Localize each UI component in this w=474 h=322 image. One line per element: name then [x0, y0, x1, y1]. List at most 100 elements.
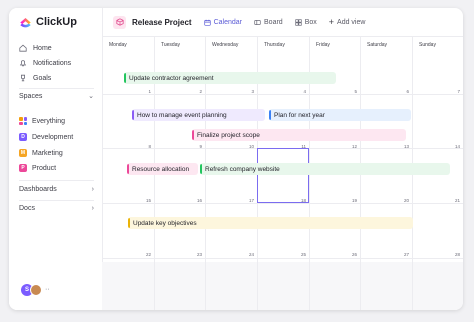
avatar-menu[interactable]: ··	[45, 286, 50, 293]
day-number: 10	[248, 144, 254, 149]
event-title: Update contractor agreement	[129, 74, 214, 82]
calendar-event[interactable]: Update key objectives	[128, 217, 413, 229]
event-title: Refresh company website	[205, 165, 280, 173]
dashboards-header[interactable]: Dashboards ›	[19, 186, 94, 193]
nav-notifications[interactable]: Notifications	[19, 59, 71, 67]
add-view-button[interactable]: + Add view	[329, 17, 366, 27]
event-title: Resource allocation	[132, 165, 190, 173]
day-number: 6	[406, 89, 409, 94]
day-number: 25	[300, 252, 306, 257]
space-everything[interactable]: Everything	[19, 117, 65, 125]
day-number: 4	[303, 89, 306, 94]
tab-box[interactable]: Box	[295, 19, 317, 26]
nav-goals-label: Goals	[33, 74, 52, 82]
sidebar-divider	[19, 200, 94, 201]
home-icon	[19, 44, 27, 52]
tab-calendar[interactable]: Calendar	[203, 18, 243, 26]
space-development[interactable]: D Development	[19, 133, 73, 141]
grid-line	[102, 203, 463, 204]
day-number: 7	[457, 89, 460, 94]
docs-label: Docs	[19, 205, 35, 212]
day-number: 23	[196, 252, 202, 257]
day-number: 19	[351, 198, 357, 203]
day-header: Friday	[316, 42, 330, 48]
space-marketing-label: Marketing	[32, 149, 63, 157]
day-number: 15	[145, 198, 151, 203]
space-marketing[interactable]: M Marketing	[19, 149, 63, 157]
clickup-logo-icon	[20, 17, 31, 27]
day-header: Thursday	[264, 42, 285, 48]
day-number: 22	[145, 252, 151, 257]
nav-goals[interactable]: Goals	[19, 74, 51, 82]
day-number: 8	[148, 144, 151, 149]
day-number: 12	[351, 144, 357, 149]
day-header: Saturday	[367, 42, 388, 48]
space-badge: M	[19, 149, 27, 157]
event-title: Plan for next year	[274, 111, 325, 119]
day-number: 17	[248, 198, 254, 203]
space-product-label: Product	[32, 164, 57, 172]
day-number: 26	[351, 252, 357, 257]
tab-box-label: Box	[304, 18, 317, 26]
tab-board-label: Board	[264, 18, 283, 26]
day-header: Monday	[109, 42, 127, 48]
nav-home[interactable]: Home	[19, 44, 52, 52]
day-number: 13	[403, 144, 409, 149]
event-title: How to manage event planning	[137, 111, 227, 119]
grid-line	[102, 258, 463, 259]
board-icon	[254, 19, 261, 25]
calendar-event[interactable]: Resource allocation	[127, 163, 198, 175]
tab-calendar-label: Calendar	[213, 18, 243, 26]
dashboards-label: Dashboards	[19, 186, 57, 193]
grid-icon	[19, 117, 27, 125]
space-product[interactable]: P Product	[19, 164, 56, 172]
chevron-down-icon: ⌄	[88, 93, 94, 100]
plus-icon: +	[328, 17, 335, 27]
docs-header[interactable]: Docs ›	[19, 205, 94, 212]
calendar-grid: Monday Tuesday Wednesday Thursday Friday…	[102, 36, 463, 310]
space-development-label: Development	[32, 133, 74, 141]
calendar-event[interactable]: How to manage event planning	[132, 109, 265, 121]
day-number: 21	[454, 198, 460, 203]
calendar-event[interactable]: Plan for next year	[269, 109, 411, 121]
day-header: Tuesday	[161, 42, 180, 48]
day-number: 1	[148, 89, 151, 94]
brand-logo[interactable]: ClickUp	[19, 16, 77, 28]
page-title: Release Project	[132, 17, 192, 27]
sidebar: ClickUp Home Notifications Goals Spaces …	[9, 8, 103, 310]
day-number: 27	[403, 252, 409, 257]
bell-icon	[19, 60, 27, 67]
spaces-label: Spaces	[19, 92, 43, 100]
calendar-event[interactable]: Update contractor agreement	[124, 72, 336, 84]
day-number: 3	[251, 89, 254, 94]
space-badge: D	[19, 133, 27, 141]
calendar-event[interactable]: Finalize project scope	[192, 129, 406, 141]
cube-icon	[113, 15, 126, 29]
chevron-right-icon: ›	[91, 205, 94, 212]
event-title: Finalize project scope	[197, 131, 260, 139]
day-number: 9	[199, 144, 202, 149]
today-cell[interactable]	[257, 148, 309, 203]
day-number: 28	[454, 252, 460, 257]
calendar-icon	[203, 19, 211, 26]
nav-notifications-label: Notifications	[33, 59, 72, 67]
calendar-event[interactable]: Refresh company website	[200, 163, 450, 175]
spaces-header[interactable]: Spaces ⌄	[19, 92, 94, 101]
event-title: Update key objectives	[133, 219, 197, 227]
avatar-photo[interactable]	[30, 284, 42, 296]
project-header: Release Project Calendar Board Box + Add…	[102, 8, 463, 37]
day-header: Sunday	[419, 42, 436, 48]
day-number: 11	[301, 144, 306, 149]
trophy-icon	[21, 74, 25, 82]
day-number: 16	[196, 198, 202, 203]
calendar-empty-week	[102, 262, 463, 310]
chevron-right-icon: ›	[91, 186, 94, 193]
tab-board[interactable]: Board	[254, 19, 283, 26]
nav-home-label: Home	[33, 44, 52, 52]
brand-name: ClickUp	[36, 16, 77, 28]
day-number: 5	[354, 89, 357, 94]
day-number: 18	[300, 198, 306, 203]
app-window: ClickUp Home Notifications Goals Spaces …	[9, 8, 463, 310]
sidebar-divider	[19, 88, 94, 89]
grid-line	[102, 94, 463, 95]
